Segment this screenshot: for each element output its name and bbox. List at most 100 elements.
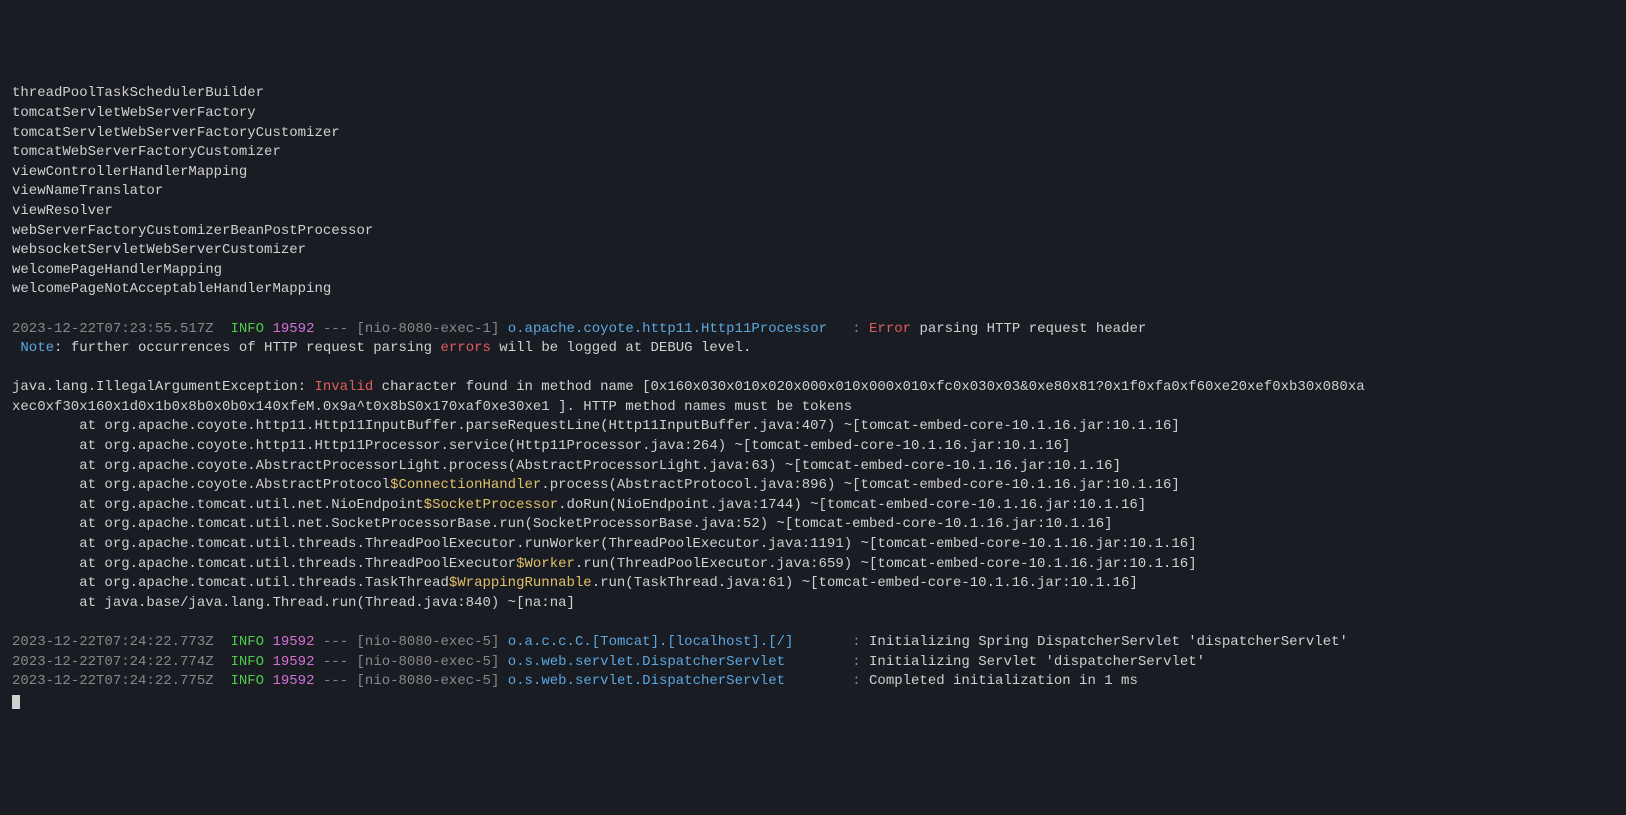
logger-name: o.s.web.servlet.DispatcherServlet [508, 654, 785, 670]
log-level: INFO [230, 654, 264, 670]
exception-msg-cont: xec0xf30x160x1d0x1b0x8b0x0b0x140xfeM.0x9… [12, 399, 852, 415]
blank-line [12, 359, 1614, 379]
inner-class: $WrappingRunnable [449, 575, 592, 591]
note-text: will be logged at DEBUG level. [491, 340, 751, 356]
colon: : [785, 654, 869, 670]
bean-name: tomcatWebServerFactoryCustomizer [12, 144, 281, 160]
bean-list-item: tomcatServletWebServerFactoryCustomizer [12, 124, 1614, 144]
exception-msg: character found in method name [0x160x03… [373, 379, 1364, 395]
bean-name: threadPoolTaskSchedulerBuilder [12, 85, 264, 101]
stack-frame-text: at org.apache.coyote.http11.Http11Proces… [12, 438, 1071, 454]
stack-frame: at org.apache.coyote.http11.Http11InputB… [12, 417, 1614, 437]
bean-list-item: webServerFactoryCustomizerBeanPostProces… [12, 222, 1614, 242]
pid: 19592 [272, 654, 314, 670]
stack-frame: at org.apache.tomcat.util.net.SocketProc… [12, 515, 1614, 535]
terminal-output[interactable]: threadPoolTaskSchedulerBuilder tomcatServ… [12, 84, 1614, 711]
bean-list-item: threadPoolTaskSchedulerBuilder [12, 84, 1614, 104]
log-line: 2023-12-22T07:24:22.775Z INFO 19592 --- … [12, 672, 1614, 692]
stack-frame: at org.apache.tomcat.util.threads.TaskTh… [12, 574, 1614, 594]
pid: 19592 [272, 321, 314, 337]
stack-frame-text: at org.apache.tomcat.util.net.NioEndpoin… [12, 497, 424, 513]
errors-word: errors [440, 340, 490, 356]
colon: : [785, 673, 869, 689]
exception-line: xec0xf30x160x1d0x1b0x8b0x0b0x140xfeM.0x9… [12, 398, 1614, 418]
bean-name: tomcatServletWebServerFactoryCustomizer [12, 125, 340, 141]
log-message: parsing HTTP request header [911, 321, 1146, 337]
colon: : [793, 634, 869, 650]
log-message: Initializing Spring DispatcherServlet 'd… [869, 634, 1348, 650]
thread-name: [nio-8080-exec-1] [357, 321, 500, 337]
stack-frame-text: .run(TaskThread.java:61) ~[tomcat-embed-… [592, 575, 1138, 591]
stack-frame-text: at org.apache.coyote.AbstractProcessorLi… [12, 458, 1121, 474]
bean-name: viewControllerHandlerMapping [12, 164, 247, 180]
bean-name: webServerFactoryCustomizerBeanPostProces… [12, 223, 373, 239]
log-level: INFO [230, 321, 264, 337]
invalid-word: Invalid [314, 379, 373, 395]
stack-frame-text: at org.apache.coyote.http11.Http11InputB… [12, 418, 1180, 434]
log-message: Completed initialization in 1 ms [869, 673, 1138, 689]
stack-frame-text: at org.apache.tomcat.util.threads.Thread… [12, 536, 1197, 552]
log-line: 2023-12-22T07:24:22.773Z INFO 19592 --- … [12, 633, 1614, 653]
pid: 19592 [272, 673, 314, 689]
thread-name: [nio-8080-exec-5] [357, 673, 500, 689]
stack-frame-text: .process(AbstractProtocol.java:896) ~[to… [541, 477, 1180, 493]
stack-frame-text: .doRun(NioEndpoint.java:1744) ~[tomcat-e… [558, 497, 1146, 513]
exception-line: java.lang.IllegalArgumentException: Inva… [12, 378, 1614, 398]
logger-name: o.apache.coyote.http11.Http11Processor [508, 321, 827, 337]
stack-frame: at org.apache.tomcat.util.threads.Thread… [12, 555, 1614, 575]
stack-frame-text: at org.apache.tomcat.util.threads.TaskTh… [12, 575, 449, 591]
thread-name: [nio-8080-exec-5] [357, 634, 500, 650]
exception-class: java.lang.IllegalArgumentException: [12, 379, 314, 395]
stack-frame: at org.apache.coyote.AbstractProcessorLi… [12, 457, 1614, 477]
bean-list-item: viewNameTranslator [12, 182, 1614, 202]
bean-list-item: welcomePageHandlerMapping [12, 261, 1614, 281]
log-line: 2023-12-22T07:24:22.774Z INFO 19592 --- … [12, 653, 1614, 673]
bean-name: welcomePageNotAcceptableHandlerMapping [12, 281, 331, 297]
timestamp: 2023-12-22T07:24:22.774Z [12, 654, 214, 670]
bean-list-item: websocketServletWebServerCustomizer [12, 241, 1614, 261]
dash: --- [323, 654, 348, 670]
stack-frame: at org.apache.tomcat.util.threads.Thread… [12, 535, 1614, 555]
timestamp: 2023-12-22T07:24:22.775Z [12, 673, 214, 689]
bean-list-item: tomcatServletWebServerFactory [12, 104, 1614, 124]
bean-name: viewNameTranslator [12, 183, 163, 199]
bean-list-item: welcomePageNotAcceptableHandlerMapping [12, 280, 1614, 300]
bean-list-item: viewResolver [12, 202, 1614, 222]
blank-line [12, 613, 1614, 633]
stack-frame: at org.apache.tomcat.util.net.NioEndpoin… [12, 496, 1614, 516]
note-text: : further occurrences of HTTP request pa… [54, 340, 440, 356]
logger-name: o.s.web.servlet.DispatcherServlet [508, 673, 785, 689]
stack-frame: at org.apache.coyote.http11.Http11Proces… [12, 437, 1614, 457]
bean-name: welcomePageHandlerMapping [12, 262, 222, 278]
log-line: 2023-12-22T07:23:55.517Z INFO 19592 --- … [12, 320, 1614, 340]
stack-frame-text: at org.apache.coyote.AbstractProtocol [12, 477, 390, 493]
thread-name: [nio-8080-exec-5] [357, 654, 500, 670]
inner-class: $ConnectionHandler [390, 477, 541, 493]
cursor-line[interactable] [12, 692, 1614, 712]
bean-name: tomcatServletWebServerFactory [12, 105, 256, 121]
colon: : [827, 321, 861, 337]
terminal-cursor[interactable] [12, 695, 20, 709]
stack-frame-text: at org.apache.tomcat.util.net.SocketProc… [12, 516, 1113, 532]
logger-name: o.a.c.c.C.[Tomcat].[localhost].[/] [508, 634, 794, 650]
dash: --- [323, 321, 348, 337]
blank-line [12, 300, 1614, 320]
stack-frame: at java.base/java.lang.Thread.run(Thread… [12, 594, 1614, 614]
stack-frame: at org.apache.coyote.AbstractProtocol$Co… [12, 476, 1614, 496]
dash: --- [323, 673, 348, 689]
error-word: Error [861, 321, 911, 337]
inner-class: $SocketProcessor [424, 497, 558, 513]
log-level: INFO [230, 673, 264, 689]
note-label: Note [12, 340, 54, 356]
note-line: Note: further occurrences of HTTP reques… [12, 339, 1614, 359]
stack-frame-text: .run(ThreadPoolExecutor.java:659) ~[tomc… [575, 556, 1197, 572]
timestamp: 2023-12-22T07:24:22.773Z [12, 634, 214, 650]
inner-class: $Worker [516, 556, 575, 572]
stack-frame-text: at org.apache.tomcat.util.threads.Thread… [12, 556, 516, 572]
bean-name: websocketServletWebServerCustomizer [12, 242, 306, 258]
log-message: Initializing Servlet 'dispatcherServlet' [869, 654, 1205, 670]
bean-list-item: viewControllerHandlerMapping [12, 163, 1614, 183]
bean-name: viewResolver [12, 203, 113, 219]
dash: --- [323, 634, 348, 650]
stack-frame-text: at java.base/java.lang.Thread.run(Thread… [12, 595, 575, 611]
